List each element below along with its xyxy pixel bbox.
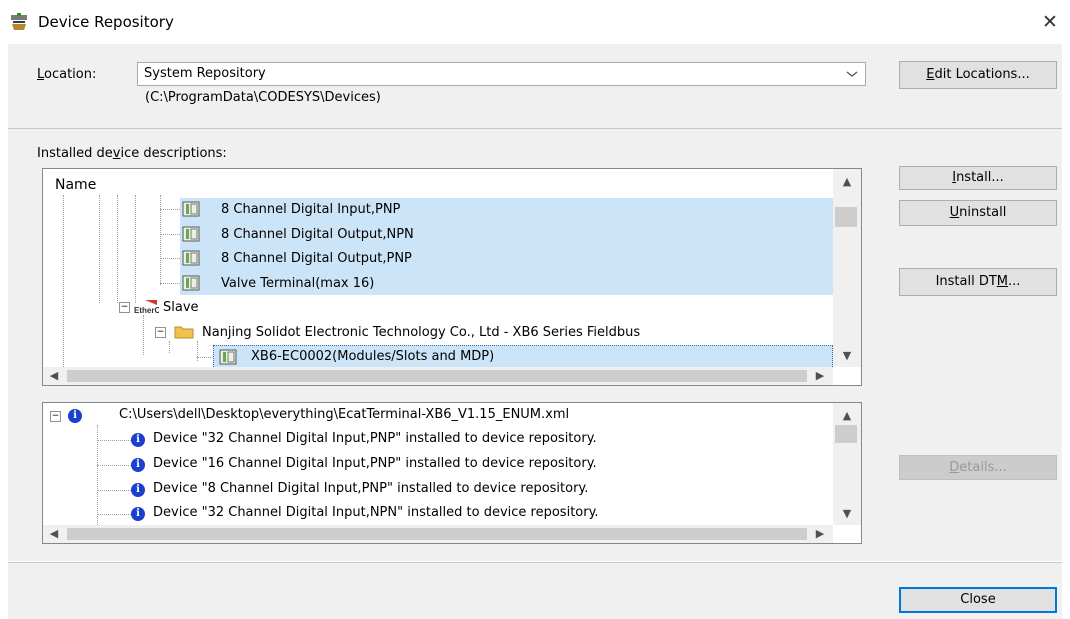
tree-vertical-scrollbar[interactable]: ▲ ▼ — [833, 169, 861, 367]
tree-guide-line — [143, 315, 144, 355]
log-vertical-scrollbar[interactable]: ▲ ▼ — [833, 403, 861, 525]
log-message: Device "32 Channel Digital Input,NPN" in… — [153, 505, 599, 520]
collapse-toggle-icon[interactable]: − — [50, 411, 61, 422]
tree-horizontal-scrollbar[interactable]: ◀ ▶ — [43, 367, 833, 385]
device-tree[interactable]: Name 8 Channel Digital Input,PNP 8 Chann… — [42, 168, 862, 386]
collapse-toggle-icon[interactable]: − — [119, 302, 130, 313]
edit-locations-button[interactable]: Edit Locations... — [899, 61, 1057, 89]
tree-guide-line — [169, 341, 170, 353]
device-module-icon — [182, 250, 200, 266]
scroll-up-icon[interactable]: ▲ — [833, 409, 861, 422]
info-icon: i — [131, 433, 145, 447]
scroll-right-icon[interactable]: ▶ — [813, 369, 827, 382]
location-label: Location: — [37, 67, 97, 82]
device-repository-icon — [9, 12, 29, 32]
scroll-up-icon[interactable]: ▲ — [833, 175, 861, 188]
install-dtm-button[interactable]: Install DTM... — [899, 268, 1057, 296]
tree-item-label: Nanjing Solidot Electronic Technology Co… — [202, 325, 641, 340]
log-message: Device "8 Channel Digital Input,PNP" ins… — [153, 481, 589, 496]
close-button[interactable]: Close — [899, 587, 1057, 613]
tree-guide-line — [99, 195, 100, 303]
location-path: (C:\ProgramData\CODESYS\Devices) — [145, 90, 381, 105]
tree-guide-line — [117, 195, 118, 303]
tree-guide-line — [160, 234, 180, 235]
tree-item-label: 8 Channel Digital Input,PNP — [221, 202, 401, 217]
log-horizontal-scrollbar[interactable]: ◀ ▶ — [43, 525, 833, 543]
device-module-icon — [182, 275, 200, 291]
tree-guide-line — [135, 195, 136, 303]
window-title: Device Repository — [38, 13, 174, 31]
scroll-left-icon[interactable]: ◀ — [47, 369, 61, 382]
tree-guide-line — [197, 341, 198, 361]
scroll-down-icon[interactable]: ▼ — [833, 507, 861, 520]
uninstall-button[interactable]: Uninstall — [899, 200, 1057, 226]
scroll-thumb[interactable] — [67, 528, 807, 540]
log-message: Device "32 Channel Digital Input,PNP" in… — [153, 431, 597, 446]
tree-item-label: 8 Channel Digital Output,NPN — [221, 227, 414, 242]
ethercat-icon: EtherCAT — [133, 299, 170, 315]
scroll-right-icon[interactable]: ▶ — [813, 527, 827, 540]
tree-guide-line — [63, 195, 64, 375]
install-button[interactable]: Install... — [899, 166, 1057, 190]
log-message: Device "16 Channel Digital Input,PNP" in… — [153, 456, 597, 471]
folder-icon — [174, 324, 194, 340]
details-button[interactable]: Details... — [899, 455, 1057, 480]
scroll-thumb[interactable] — [835, 207, 857, 227]
info-icon: i — [131, 458, 145, 472]
location-select[interactable]: System Repository — [137, 62, 866, 86]
location-select-value: System Repository — [144, 66, 266, 81]
collapse-toggle-icon[interactable]: − — [155, 327, 166, 338]
scroll-thumb[interactable] — [835, 425, 857, 443]
tree-guide-line — [160, 258, 180, 259]
device-module-icon — [182, 201, 200, 217]
install-log[interactable]: − i C:\Users\dell\Desktop\everything\Eca… — [42, 402, 862, 544]
tree-item-label: Valve Terminal(max 16) — [221, 276, 375, 291]
tree-guide-line — [197, 357, 211, 358]
info-icon: i — [131, 507, 145, 521]
close-icon[interactable]: ✕ — [1037, 10, 1063, 34]
device-module-icon — [219, 349, 237, 365]
column-header-name: Name — [55, 177, 97, 193]
info-icon: i — [131, 483, 145, 497]
tree-guide-line — [160, 283, 180, 284]
tree-item-label: XB6-EC0002(Modules/Slots and MDP) — [251, 349, 495, 364]
log-header: C:\Users\dell\Desktop\everything\EcatTer… — [119, 407, 570, 422]
device-module-icon — [182, 226, 200, 242]
svg-text:EtherCAT: EtherCAT — [134, 306, 159, 315]
installed-descriptions-label: Installed device descriptions: — [37, 146, 227, 161]
info-icon: i — [68, 409, 82, 423]
scroll-thumb[interactable] — [67, 370, 807, 382]
scroll-down-icon[interactable]: ▼ — [833, 349, 861, 362]
tree-column-header[interactable]: Name — [43, 169, 833, 199]
tree-guide-line — [160, 209, 180, 210]
tree-item-label: Slave — [163, 300, 199, 315]
scroll-left-icon[interactable]: ◀ — [47, 527, 61, 540]
chevron-down-icon — [842, 65, 862, 83]
tree-item-label: 8 Channel Digital Output,PNP — [221, 251, 412, 266]
